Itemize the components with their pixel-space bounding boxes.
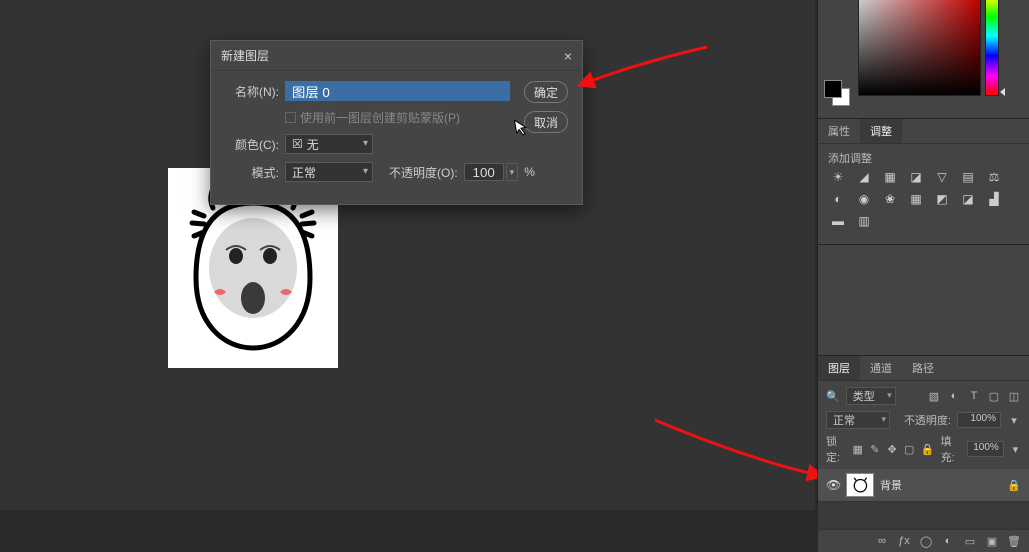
name-label: 名称(N):: [223, 83, 279, 100]
tab-adjustments[interactable]: 调整: [860, 119, 902, 143]
search-icon[interactable]: 🔍: [826, 390, 840, 403]
levels-icon[interactable]: ◢: [856, 170, 872, 184]
hue-slider[interactable]: [985, 0, 999, 96]
lock-pos-icon[interactable]: ✥: [886, 442, 897, 456]
layer-opacity-input[interactable]: 100%: [957, 412, 1001, 428]
add-adjustment-label: 添加调整: [828, 150, 1019, 166]
layer-name: 背景: [880, 477, 902, 493]
layer-fill-input[interactable]: 100%: [967, 441, 1004, 457]
mode-select[interactable]: 正常: [285, 162, 373, 182]
lock-artb-icon[interactable]: ▢: [904, 442, 915, 456]
threshold-icon[interactable]: ▟: [986, 192, 1002, 206]
filter-adjust-icon[interactable]: ◐: [947, 389, 961, 403]
new-layer-dialog: 新建图层 × 确定 取消 名称(N): 使用前一图层创建剪贴蒙版(P) 颜色(C…: [210, 40, 583, 205]
lock-all-icon[interactable]: 🔒: [921, 442, 935, 456]
dialog-titlebar[interactable]: 新建图层 ×: [211, 41, 582, 71]
opacity-unit: %: [524, 165, 535, 179]
layers-panel: 图层 通道 路径 🔍 类型 ▧ ◐ T ▢ ◫ 正常 不透明度: 100% ▾: [818, 356, 1029, 552]
properties-panel: 属性 调整 添加调整 ☀ ◢ ▦ ◪ ▽ ▤ ⚖ ◐ ◉ ❀ ▦ ◩ ◪ ▟ ▬…: [818, 119, 1029, 244]
mask-icon[interactable]: ◯: [919, 534, 933, 548]
lock-paint-icon[interactable]: ✎: [869, 442, 880, 456]
filter-pixel-icon[interactable]: ▧: [927, 389, 941, 403]
tab-channels[interactable]: 通道: [860, 356, 902, 380]
blend-mode-select[interactable]: 正常: [826, 411, 890, 429]
lock-trans-icon[interactable]: ▦: [852, 442, 863, 456]
fill-label: 填充:: [941, 433, 961, 465]
dialog-title: 新建图层: [221, 47, 269, 64]
chevron-down-icon[interactable]: ▾: [1007, 413, 1021, 427]
group-icon[interactable]: ▭: [963, 534, 977, 548]
hue-indicator-icon: [1000, 88, 1005, 96]
layer-thumbnail[interactable]: [846, 473, 874, 497]
color-field[interactable]: [858, 0, 981, 96]
trash-icon[interactable]: 🗑: [1007, 534, 1021, 548]
name-input[interactable]: [285, 81, 510, 101]
filter-smart-icon[interactable]: ◫: [1007, 389, 1021, 403]
lock-icon: 🔒: [1007, 479, 1021, 492]
brightness-icon[interactable]: ☀: [830, 170, 846, 184]
exposure-icon[interactable]: ◪: [908, 170, 924, 184]
layer-list: 👁 背景 🔒: [818, 469, 1029, 529]
filter-kind-select[interactable]: 类型: [846, 387, 896, 405]
ok-button[interactable]: 确定: [524, 81, 568, 103]
opacity-label: 不透明度:: [904, 412, 951, 428]
curves-icon[interactable]: ▦: [882, 170, 898, 184]
opacity-label: 不透明度(O):: [389, 164, 458, 181]
new-layer-icon[interactable]: ▣: [985, 534, 999, 548]
gradmap-icon[interactable]: ▬: [830, 214, 846, 228]
adjustment-icon-grid: ☀ ◢ ▦ ◪ ▽ ▤ ⚖ ◐ ◉ ❀ ▦ ◩ ◪ ▟ ▬ ▥: [828, 166, 1019, 234]
layer-item[interactable]: 👁 背景 🔒: [818, 469, 1029, 502]
filter-type-icon[interactable]: T: [967, 389, 981, 403]
poster-icon[interactable]: ◪: [960, 192, 976, 206]
filter-shape-icon[interactable]: ▢: [987, 389, 1001, 403]
chevron-down-icon[interactable]: ▾: [506, 163, 519, 181]
selective-icon[interactable]: ▥: [856, 214, 872, 228]
mode-label: 模式:: [223, 164, 279, 181]
tab-paths[interactable]: 路径: [902, 356, 944, 380]
layers-footer: ∞ ƒx ◯ ◐ ▭ ▣ 🗑: [818, 529, 1029, 552]
photo-filter-icon[interactable]: ◉: [856, 192, 872, 206]
close-icon[interactable]: ×: [564, 48, 572, 64]
color-picker-panel: [818, 0, 1029, 118]
cancel-button[interactable]: 取消: [524, 111, 568, 133]
balance-icon[interactable]: ⚖: [986, 170, 1002, 184]
vibrance-icon[interactable]: ▽: [934, 170, 950, 184]
invert-icon[interactable]: ◩: [934, 192, 950, 206]
lock-label: 锁定:: [826, 433, 846, 465]
tab-layers[interactable]: 图层: [818, 356, 860, 380]
link-layers-icon[interactable]: ∞: [875, 534, 889, 548]
none-box-icon: ☒: [292, 137, 303, 151]
color-select[interactable]: ☒ 无: [285, 134, 373, 154]
hue-icon[interactable]: ▤: [960, 170, 976, 184]
chevron-down-icon[interactable]: ▾: [1010, 442, 1021, 456]
adjustment-layer-icon[interactable]: ◐: [941, 534, 955, 548]
right-panel-stack: 属性 调整 添加调整 ☀ ◢ ▦ ◪ ▽ ▤ ⚖ ◐ ◉ ❀ ▦ ◩ ◪ ▟ ▬…: [817, 0, 1029, 510]
mixer-icon[interactable]: ❀: [882, 192, 898, 206]
visibility-toggle-icon[interactable]: 👁: [826, 478, 840, 492]
tab-properties[interactable]: 属性: [818, 119, 860, 143]
clip-mask-checkbox[interactable]: 使用前一图层创建剪贴蒙版(P): [285, 109, 460, 126]
bw-icon[interactable]: ◐: [830, 192, 846, 206]
fx-icon[interactable]: ƒx: [897, 534, 911, 548]
opacity-input[interactable]: [464, 163, 504, 181]
fg-bg-swatch[interactable]: [824, 80, 850, 106]
color-label: 颜色(C):: [223, 136, 279, 153]
lookup-icon[interactable]: ▦: [908, 192, 924, 206]
